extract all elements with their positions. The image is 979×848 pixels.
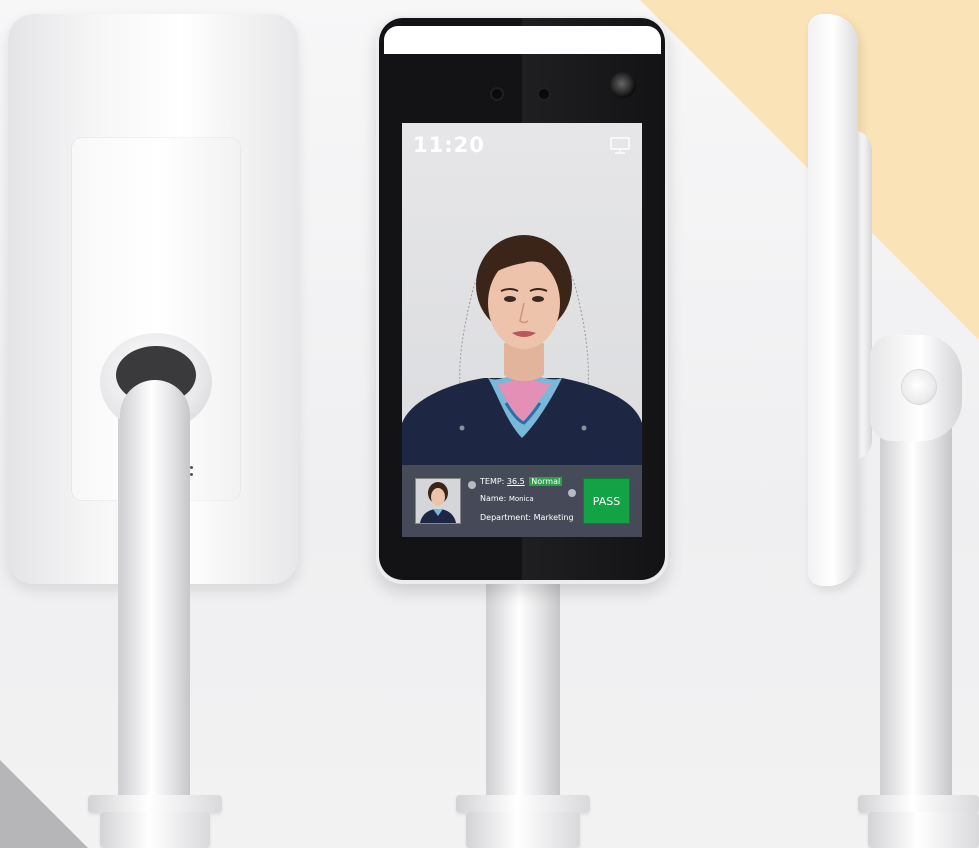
name-row: Name: Monica [480,494,534,503]
captured-face-thumbnail [415,478,461,524]
name-label: Name: [480,494,507,503]
camera-lens-icon [610,72,636,98]
stand-base-left [100,812,210,848]
clock-time: 11:20 [413,133,485,157]
temperature-icon [468,481,476,489]
speaker-grille-right [190,466,194,480]
stand-base-center [466,812,580,848]
monitor-icon[interactable] [609,135,631,155]
name-value: Monica [508,495,534,503]
pass-button[interactable]: PASS [583,478,630,524]
stand-base-right-ring [858,795,979,813]
stand-base-left-ring [88,795,222,813]
temp-status-badge: Normal [529,477,563,486]
recognition-result-panel: TEMP: 36.5 Normal Name: Monica Departmen… [402,465,642,537]
light-sensor-icon [539,89,549,99]
department-label: Department: [480,513,532,522]
id-icon [568,489,576,497]
side-panel [808,14,858,586]
temp-value: 36.5 [506,477,525,486]
stand-pole-right [880,420,952,848]
temperature-row: TEMP: 36.5 Normal [480,477,563,486]
tilt-knob-icon[interactable] [902,370,936,404]
ir-sensor-icon [492,89,502,99]
stand-pole-left-upper [120,380,190,848]
face-thumbnail-icon [416,479,460,523]
fill-light-bar [384,26,661,54]
stand-base-center-ring [456,795,590,813]
stand-base-right [868,812,979,848]
person-photo [402,235,642,465]
department-row: Department: Marketing [480,513,574,522]
temp-label: TEMP: [480,477,505,486]
department-value: Marketing [533,513,574,522]
